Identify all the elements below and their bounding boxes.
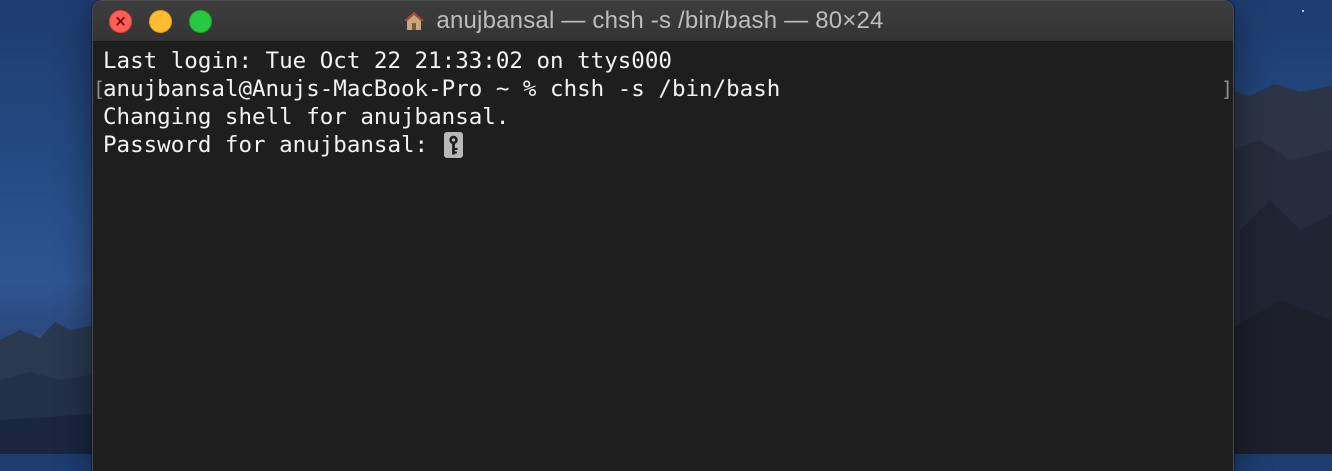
- desktop-wallpaper-right: [1230, 0, 1332, 454]
- wallpaper-mountain-left: [0, 322, 94, 454]
- key-icon: [443, 132, 463, 158]
- terminal-content[interactable]: Last login: Tue Oct 22 21:33:02 on ttys0…: [93, 42, 1233, 471]
- window-title: anujbansal — chsh -s /bin/bash — 80×24: [436, 7, 884, 34]
- terminal-line-last-login: Last login: Tue Oct 22 21:33:02 on ttys0…: [103, 48, 672, 74]
- window-titlebar[interactable]: × anujbansal — chsh -s /bin/bash — 80×24: [93, 1, 1233, 42]
- window-title-group: anujbansal — chsh -s /bin/bash — 80×24: [93, 1, 1233, 41]
- terminal-line-changing-shell: Changing shell for anujbansal.: [103, 104, 510, 130]
- line-mark-right: ]: [1221, 77, 1234, 101]
- terminal-window[interactable]: × anujbansal — chsh -s /bin/bash — 80×24…: [92, 0, 1234, 471]
- terminal-line-command: anujbansal@Anujs-MacBook-Pro ~ % chsh -s…: [103, 76, 781, 102]
- home-icon: [404, 12, 425, 30]
- terminal-line-password-prompt[interactable]: Password for anujbansal:: [103, 131, 463, 159]
- password-prompt-text: Password for anujbansal:: [103, 132, 442, 158]
- desktop-wallpaper-left: [0, 0, 94, 454]
- wallpaper-mountain-right: [1230, 84, 1332, 454]
- wallpaper-star: [1302, 10, 1304, 12]
